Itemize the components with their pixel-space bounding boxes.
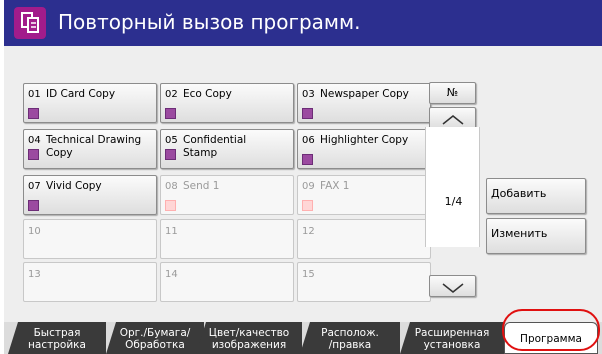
- program-button-01[interactable]: 01 ID Card Copy: [23, 83, 157, 123]
- program-number: 04: [28, 135, 41, 146]
- program-name: ID Card Copy: [46, 88, 116, 100]
- program-name: Newspaper Copy: [320, 88, 409, 100]
- program-type-icon: [302, 108, 313, 119]
- page-indicator-text: 1/4: [444, 195, 463, 208]
- program-button-04[interactable]: 04 Technical Drawing Copy: [23, 129, 157, 169]
- program-name: Send 1: [183, 180, 220, 192]
- program-number: 12: [302, 226, 315, 237]
- program-type-icon: [28, 108, 39, 119]
- program-number: 11: [165, 226, 178, 237]
- tab-1[interactable]: Орг./Бумага/ Обработка: [106, 322, 204, 354]
- program-type-icon: [302, 200, 313, 211]
- active-tab-highlight: [502, 309, 600, 351]
- program-button-10: 10: [23, 219, 157, 259]
- program-button-14: 14: [160, 262, 294, 302]
- program-number: 05: [165, 135, 178, 146]
- tab-3[interactable]: Располож. /правка: [300, 322, 400, 354]
- program-number: 06: [302, 135, 315, 146]
- program-button-05[interactable]: 05 Confidential Stamp: [160, 129, 294, 169]
- program-number: 10: [28, 226, 41, 237]
- program-name: Highlighter Copy: [320, 134, 409, 146]
- program-button-08[interactable]: 08 Send 1: [160, 175, 294, 215]
- program-app-icon: [14, 7, 46, 39]
- program-name: FAX 1: [320, 180, 350, 192]
- program-button-07[interactable]: 07 Vivid Copy: [23, 175, 157, 215]
- program-number: 02: [165, 89, 178, 100]
- program-number: 03: [302, 89, 315, 100]
- tab-0[interactable]: Быстрая настройка: [8, 322, 106, 354]
- page-indicator: 1/4: [425, 127, 480, 247]
- tab-2[interactable]: Цвет/качество изображения: [196, 322, 302, 354]
- program-number: 07: [28, 181, 41, 192]
- program-button-02[interactable]: 02 Eco Copy: [160, 83, 294, 123]
- program-name: Eco Copy: [183, 88, 232, 100]
- number-sort-label: №: [446, 86, 459, 99]
- program-type-icon: [302, 154, 313, 165]
- program-number: 08: [165, 181, 178, 192]
- program-type-icon: [165, 149, 176, 160]
- program-name: Vivid Copy: [46, 180, 102, 192]
- page-title: Повторный вызов программ.: [58, 10, 361, 34]
- program-type-icon: [28, 149, 39, 160]
- chevron-down-icon: [442, 283, 464, 293]
- program-type-icon: [28, 200, 39, 211]
- program-name: Confidential Stamp: [183, 134, 247, 159]
- program-number: 01: [28, 89, 41, 100]
- program-button-11: 11: [160, 219, 294, 259]
- tab-4[interactable]: Расширенная установка: [400, 322, 504, 354]
- edit-button[interactable]: Изменить: [486, 218, 586, 254]
- program-button-09[interactable]: 09 FAX 1: [297, 175, 431, 215]
- program-button-15: 15: [297, 262, 431, 302]
- program-button-13: 13: [23, 262, 157, 302]
- program-button-03[interactable]: 03 Newspaper Copy: [297, 83, 431, 123]
- program-number: 13: [28, 269, 41, 280]
- program-number: 09: [302, 181, 315, 192]
- add-button[interactable]: Добавить: [486, 178, 586, 214]
- header-bar: Повторный вызов программ.: [4, 0, 602, 46]
- scroll-down-button[interactable]: [429, 275, 476, 297]
- program-type-icon: [165, 200, 176, 211]
- program-number: 15: [302, 269, 315, 280]
- program-number: 14: [165, 269, 178, 280]
- program-button-06[interactable]: 06 Highlighter Copy: [297, 129, 431, 169]
- chevron-up-icon: [442, 115, 464, 125]
- program-name: Technical Drawing Copy: [46, 134, 142, 159]
- number-sort-button[interactable]: №: [429, 82, 476, 104]
- program-type-icon: [165, 108, 176, 119]
- program-button-12: 12: [297, 219, 431, 259]
- scroll-up-button[interactable]: [429, 107, 476, 129]
